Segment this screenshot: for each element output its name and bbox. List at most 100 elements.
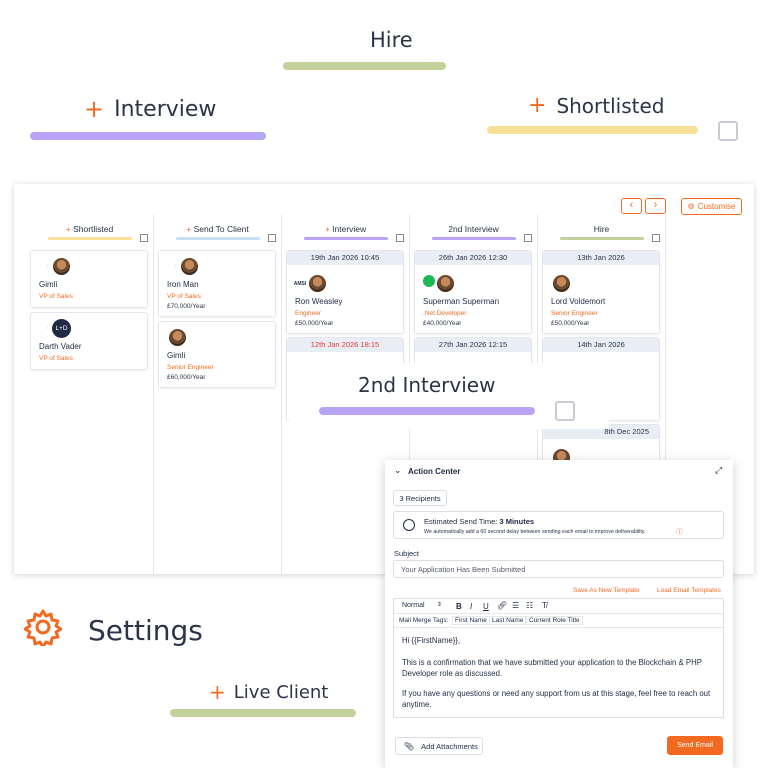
plus-icon[interactable]: + (528, 93, 546, 118)
bullet-list-icon[interactable]: ☷ (526, 601, 533, 610)
expand-icon[interactable]: ⤢ (715, 465, 722, 476)
candidate-role: Engineer (295, 310, 322, 317)
candidate-role: VP of Sales (39, 293, 73, 300)
column-bar (48, 237, 132, 240)
send-time-box: Estimated Send Time: 3 Minutes We automa… (393, 511, 724, 539)
second-interview-floating-header: 2nd Interview (358, 373, 495, 397)
candidate-name: Gimli (39, 280, 58, 289)
load-templates-link[interactable]: Load Email Templates (657, 587, 721, 594)
subject-value: Your Application Has Been Submitted (401, 565, 526, 574)
recipients-button[interactable]: 3 Recipients (393, 490, 447, 506)
email-body-greeting[interactable]: Hi {{FirstName}}, (402, 635, 720, 646)
subject-input[interactable]: Your Application Has Been Submitted (393, 560, 724, 578)
candidate-salary: £70,000/Year (167, 303, 206, 310)
customise-button[interactable]: ⚙ Customise (681, 198, 742, 215)
ordered-list-icon[interactable]: ☰ (512, 601, 519, 610)
company-logo: AMSI (293, 281, 307, 287)
candidate-card[interactable]: Gimli Senior Engineer £60,000/Year (158, 321, 276, 388)
plus-icon[interactable]: + (186, 224, 191, 234)
chevron-updown-icon: ⇕ (437, 602, 443, 608)
info-icon[interactable]: ⓘ (676, 527, 683, 537)
avatar (180, 257, 199, 276)
plus-icon[interactable]: + (66, 224, 71, 234)
bold-icon[interactable]: B (456, 602, 462, 611)
next-page-button[interactable]: › (645, 198, 666, 214)
candidate-name: Gimli (167, 351, 186, 360)
italic-icon[interactable]: I (470, 602, 472, 611)
merge-tag-current-role[interactable]: Current Role Title (526, 616, 583, 625)
shortlisted-floating-title: Shortlisted (556, 93, 665, 118)
send-time-label: Estimated Send Time: (424, 517, 498, 526)
send-email-button[interactable]: Send Email (667, 736, 723, 755)
second-interview-floating-bar (319, 407, 535, 415)
avatar (52, 257, 71, 276)
candidate-card[interactable]: 19th Jan 2026 10:45 AMSI Ron Weasley Eng… (286, 250, 404, 334)
plus-icon[interactable]: + (209, 680, 226, 704)
merge-tag-last-name[interactable]: Last Name (489, 616, 527, 625)
avatar (168, 328, 187, 347)
paperclip-icon: 📎︎ (404, 741, 415, 751)
subject-label: Subject (394, 549, 420, 558)
column-checkbox[interactable] (140, 234, 148, 242)
email-editor: Normal ⇕ B I U 🔗︎ ☰ ☷ T̸ Mail Merge Tags… (393, 598, 724, 718)
column-title[interactable]: + Shortlisted (26, 224, 153, 234)
interview-date: 12th Jan 2026 18:15 (287, 338, 403, 352)
interview-floating-header[interactable]: + Interview (84, 95, 216, 123)
clear-format-icon[interactable]: T̸ (542, 601, 547, 610)
candidate-card[interactable]: 26th Jan 2026 12:30 Superman Superman .N… (414, 250, 532, 334)
candidate-role: VP of Sales (167, 293, 201, 300)
candidate-name: Iron Man (167, 280, 199, 289)
column-title[interactable]: + Send To Client (154, 224, 281, 234)
candidate-salary: £50,000/Year (551, 320, 590, 327)
prev-page-button[interactable]: ‹ (621, 198, 642, 214)
company-badge: L+D (52, 319, 71, 338)
underline-icon[interactable]: U (483, 602, 489, 611)
merge-tags-row: Mail Merge Tags: First Name Last Name Cu… (394, 614, 723, 628)
avatar (436, 274, 455, 293)
candidate-salary: £40,000/Year (423, 320, 462, 327)
column-title: 2nd Interview (410, 224, 537, 234)
column-title-label: Interview (332, 224, 367, 234)
column-title: Hire (538, 224, 665, 234)
hire-floating-bar (283, 62, 446, 70)
action-center-panel: ⌄ Action Center ⤢ 3 Recipients Estimated… (385, 460, 733, 768)
hire-date: 13th Jan 2026 (543, 251, 659, 265)
column-checkbox[interactable] (396, 234, 404, 242)
shortlisted-select-all-checkbox[interactable] (718, 121, 738, 141)
live-client-floating-header[interactable]: + Live Client (209, 680, 328, 704)
recipients-label: 3 Recipients (399, 493, 441, 503)
chevron-down-icon[interactable]: ⌄ (394, 465, 402, 476)
shortlisted-floating-bar (487, 126, 698, 134)
plus-icon[interactable]: + (84, 95, 104, 123)
email-body-paragraph[interactable]: If you have any questions or need any su… (402, 688, 720, 710)
hire-date: 14th Jan 2026 (543, 338, 659, 352)
column-title[interactable]: + Interview (282, 224, 409, 234)
second-interview-select-all-checkbox[interactable] (555, 401, 575, 421)
hire-floating-title: Hire (370, 28, 413, 52)
candidate-card[interactable]: ♢ Gimli VP of Sales (30, 250, 148, 308)
candidate-role: Senior Engineer (551, 310, 598, 317)
column-checkbox[interactable] (268, 234, 276, 242)
save-as-template-link[interactable]: Save As New Template (573, 587, 640, 594)
shortlisted-floating-header[interactable]: + Shortlisted (528, 93, 664, 118)
column-bar (304, 237, 388, 240)
second-interview-floating-title: 2nd Interview (358, 373, 496, 397)
candidate-card[interactable]: 13th Jan 2026 Lord Voldemort Senior Engi… (542, 250, 660, 334)
column-checkbox[interactable] (652, 234, 660, 242)
add-attachments-button[interactable]: 📎︎ Add Attachments (395, 737, 483, 755)
settings-title[interactable]: Settings (88, 614, 203, 647)
merge-tag-first-name[interactable]: First Name (452, 616, 490, 625)
plus-icon[interactable]: + (325, 224, 330, 234)
email-body-paragraph[interactable]: This is a confirmation that we have subm… (402, 657, 720, 679)
candidate-role: .Net Developer (423, 310, 467, 317)
candidate-name: Darth Vader (39, 342, 82, 351)
link-icon[interactable]: 🔗︎ (497, 601, 507, 610)
settings-gear-icon[interactable] (23, 608, 63, 649)
gear-icon: ⚙ (687, 202, 695, 211)
interview-floating-title: Interview (114, 96, 217, 122)
format-select[interactable]: Normal (402, 602, 425, 609)
column-checkbox[interactable] (524, 234, 532, 242)
interview-floating-bar (30, 132, 266, 140)
candidate-card[interactable]: ♢ Iron Man VP of Sales £70,000/Year (158, 250, 276, 317)
candidate-card[interactable]: ♢ L+D Darth Vader VP of Sales (30, 312, 148, 370)
